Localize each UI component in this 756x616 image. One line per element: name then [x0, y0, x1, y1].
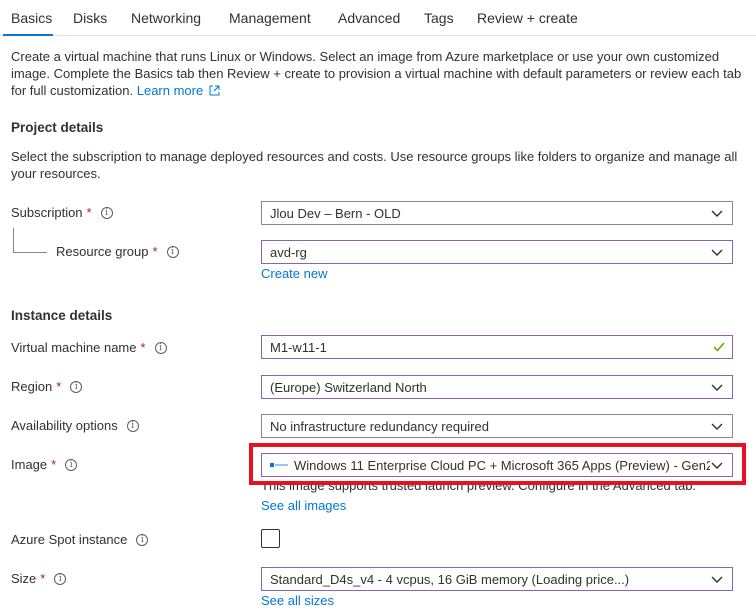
- info-icon[interactable]: i: [154, 341, 167, 354]
- size-dropdown[interactable]: Standard_D4s_v4 - 4 vcpus, 16 GiB memory…: [261, 567, 733, 591]
- info-icon[interactable]: i: [100, 206, 113, 219]
- external-link-icon: [209, 85, 220, 96]
- project-details-heading: Project details: [11, 120, 104, 135]
- chevron-down-icon: [711, 384, 723, 391]
- chevron-down-icon: [711, 576, 723, 583]
- see-all-images-link[interactable]: See all images: [261, 498, 346, 513]
- tree-connector: [13, 228, 14, 252]
- learn-more-link[interactable]: Learn more: [137, 83, 220, 98]
- availability-label-text: Availability options: [11, 418, 118, 433]
- required-marker: *: [140, 340, 146, 355]
- required-marker: *: [51, 457, 57, 472]
- resource-group-label: Resource group * i: [56, 244, 179, 259]
- tab-basics[interactable]: Basics: [11, 10, 52, 26]
- resource-group-dropdown[interactable]: avd-rg: [261, 240, 733, 264]
- resource-group-value: avd-rg: [270, 244, 307, 260]
- vm-name-value: M1-w11-1: [270, 339, 327, 355]
- info-icon[interactable]: i: [136, 533, 149, 546]
- subscription-dropdown[interactable]: Jlou Dev – Bern - OLD: [261, 201, 733, 225]
- region-value: (Europe) Switzerland North: [270, 379, 427, 395]
- vm-name-label: Virtual machine name * i: [11, 340, 167, 355]
- project-description: Select the subscription to manage deploy…: [11, 149, 738, 181]
- info-icon[interactable]: i: [70, 380, 83, 393]
- tab-advanced[interactable]: Advanced: [338, 10, 400, 26]
- region-label-text: Region: [11, 379, 53, 394]
- size-label-text: Size: [11, 571, 37, 586]
- tab-bar: Basics Disks Networking Management Advan…: [0, 0, 756, 36]
- checkmark-icon: [713, 342, 725, 352]
- spot-instance-label-text: Azure Spot instance: [11, 532, 128, 547]
- info-icon[interactable]: i: [65, 458, 78, 471]
- size-label: Size * i: [11, 571, 67, 586]
- info-icon[interactable]: i: [126, 419, 139, 432]
- active-tab-indicator: [3, 34, 53, 36]
- spot-instance-checkbox[interactable]: [261, 529, 280, 548]
- region-label: Region * i: [11, 379, 83, 394]
- highlight-box: [249, 443, 746, 485]
- info-icon[interactable]: i: [54, 572, 67, 585]
- learn-more-label: Learn more: [136, 83, 204, 98]
- required-marker: *: [86, 205, 92, 220]
- chevron-down-icon: [711, 249, 723, 256]
- subscription-value: Jlou Dev – Bern - OLD: [270, 205, 401, 221]
- tab-disks[interactable]: Disks: [73, 10, 107, 26]
- tree-connector: [13, 252, 47, 253]
- create-new-link[interactable]: Create new: [261, 266, 327, 281]
- region-dropdown[interactable]: (Europe) Switzerland North: [261, 375, 733, 399]
- tab-review-create[interactable]: Review + create: [477, 10, 578, 26]
- subscription-label: Subscription * i: [11, 205, 113, 220]
- instance-details-heading: Instance details: [11, 308, 113, 323]
- tab-management[interactable]: Management: [229, 10, 311, 26]
- intro-text: Create a virtual machine that runs Linux…: [11, 49, 742, 98]
- required-marker: *: [56, 379, 62, 394]
- image-label-text: Image: [11, 457, 48, 472]
- image-label: Image * i: [11, 457, 78, 472]
- availability-dropdown[interactable]: No infrastructure redundancy required: [261, 414, 733, 438]
- availability-value: No infrastructure redundancy required: [270, 418, 489, 434]
- size-value: Standard_D4s_v4 - 4 vcpus, 16 GiB memory…: [270, 571, 630, 587]
- subscription-label-text: Subscription: [11, 205, 83, 220]
- chevron-down-icon: [711, 423, 723, 430]
- tab-tags[interactable]: Tags: [424, 10, 454, 26]
- required-marker: *: [152, 244, 158, 259]
- availability-label: Availability options i: [11, 418, 139, 433]
- chevron-down-icon: [711, 210, 723, 217]
- required-marker: *: [40, 571, 46, 586]
- tab-networking[interactable]: Networking: [131, 10, 201, 26]
- vm-name-label-text: Virtual machine name: [11, 340, 137, 355]
- spot-instance-label: Azure Spot instance i: [11, 532, 149, 547]
- info-icon[interactable]: i: [166, 245, 179, 258]
- vm-name-input[interactable]: M1-w11-1: [261, 335, 733, 359]
- see-all-sizes-link[interactable]: See all sizes: [261, 593, 334, 608]
- resource-group-label-text: Resource group: [56, 244, 149, 259]
- intro-paragraph: Create a virtual machine that runs Linux…: [11, 48, 746, 99]
